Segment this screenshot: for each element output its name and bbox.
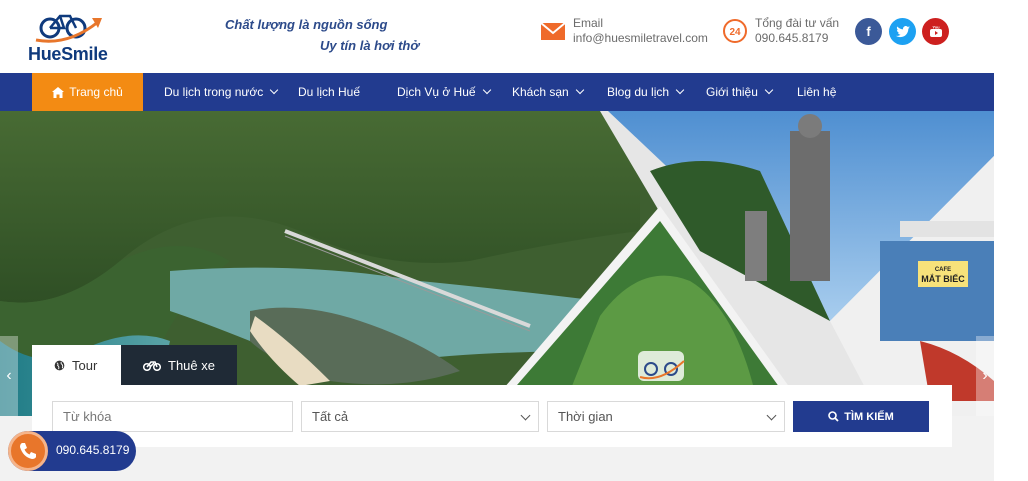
hotline-24-icon: 24 xyxy=(723,19,747,43)
slider-prev-arrow[interactable]: ‹ xyxy=(0,336,18,416)
nav-travel-blog[interactable]: Blog du lịch xyxy=(607,73,685,111)
mail-icon xyxy=(540,22,566,40)
motorbike-icon xyxy=(143,360,161,371)
nav-hue-services[interactable]: Dịch Vụ ở Huế xyxy=(397,73,491,111)
main-nav: Trang chủ Du lịch trong nước Du lịch Huế… xyxy=(0,73,994,111)
email-label: Email xyxy=(573,16,604,30)
nav-home[interactable]: Trang chủ xyxy=(32,73,143,111)
search-icon xyxy=(828,411,839,422)
keyword-input[interactable]: Từ khóa xyxy=(52,401,293,432)
logo-text: HueSmile xyxy=(28,44,108,64)
tab-tour[interactable]: Tour xyxy=(32,345,121,385)
tab-car-label: Thuê xe xyxy=(168,357,215,373)
nav-hue-tours[interactable]: Du lịch Huế xyxy=(298,73,360,111)
facebook-icon[interactable]: f xyxy=(855,18,882,45)
search-button[interactable]: TÌM KIẾM xyxy=(793,401,929,432)
right-gutter xyxy=(994,73,1028,481)
nav-about[interactable]: Giới thiệu xyxy=(706,73,774,111)
nav-hotels[interactable]: Khách sạn xyxy=(512,73,584,111)
floating-call-button[interactable]: 090.645.8179 xyxy=(8,431,136,471)
globe-icon xyxy=(54,360,65,370)
time-select[interactable]: Thời gian xyxy=(547,401,785,432)
search-tabs: Tour Thuê xe xyxy=(32,345,237,385)
cafe-sign-top: CAFE xyxy=(935,267,951,273)
tab-car-rental[interactable]: Thuê xe xyxy=(121,345,237,385)
email-value: info@huesmiletravel.com xyxy=(573,31,708,45)
chevron-down-icon xyxy=(766,410,777,421)
tab-tour-label: Tour xyxy=(72,357,98,373)
youtube-icon[interactable]: You xyxy=(922,18,949,45)
cafe-sign-main: MẮT BIẾC xyxy=(921,274,965,284)
search-button-label: TÌM KIẾM xyxy=(844,410,894,423)
chevron-down-icon xyxy=(270,85,279,95)
nav-domestic-tours[interactable]: Du lịch trong nước xyxy=(164,73,279,111)
slider-next-arrow[interactable]: › xyxy=(976,336,994,416)
nav-home-label: Trang chủ xyxy=(69,85,123,99)
site-logo[interactable]: HueSmile xyxy=(28,6,118,68)
search-panel: Từ khóa Tất cả Thời gian TÌM KIẾM xyxy=(32,385,952,447)
slogan-line-1: Chất lượng là nguồn sống xyxy=(225,17,388,32)
keyword-placeholder: Từ khóa xyxy=(63,409,112,424)
nav-contact[interactable]: Liên hệ xyxy=(797,73,836,111)
home-icon xyxy=(52,86,65,98)
chevron-down-icon xyxy=(575,85,584,95)
svg-text:You: You xyxy=(932,25,940,30)
phone-icon xyxy=(8,431,48,471)
chevron-down-icon xyxy=(482,85,491,95)
chevron-down-icon xyxy=(764,85,774,95)
chevron-down-icon xyxy=(520,410,531,421)
hotline-value: 090.645.8179 xyxy=(755,31,829,45)
category-value: Tất cả xyxy=(312,409,349,424)
chevron-down-icon xyxy=(675,85,685,95)
bicycle-logo-icon xyxy=(35,14,102,43)
slogan-line-2: Uy tín là hơi thở xyxy=(320,38,420,53)
hotline-badge: 24 xyxy=(729,27,741,38)
time-value: Thời gian xyxy=(558,409,613,424)
page: HueSmile Chất lượng là nguồn sống Uy tín… xyxy=(0,0,1028,481)
floating-phone-number: 090.645.8179 xyxy=(56,443,130,457)
hotline-label: Tổng đài tư vấn xyxy=(755,16,840,30)
category-select[interactable]: Tất cả xyxy=(301,401,539,432)
twitter-icon[interactable] xyxy=(889,18,916,45)
site-header: HueSmile Chất lượng là nguồn sống Uy tín… xyxy=(0,0,1028,73)
